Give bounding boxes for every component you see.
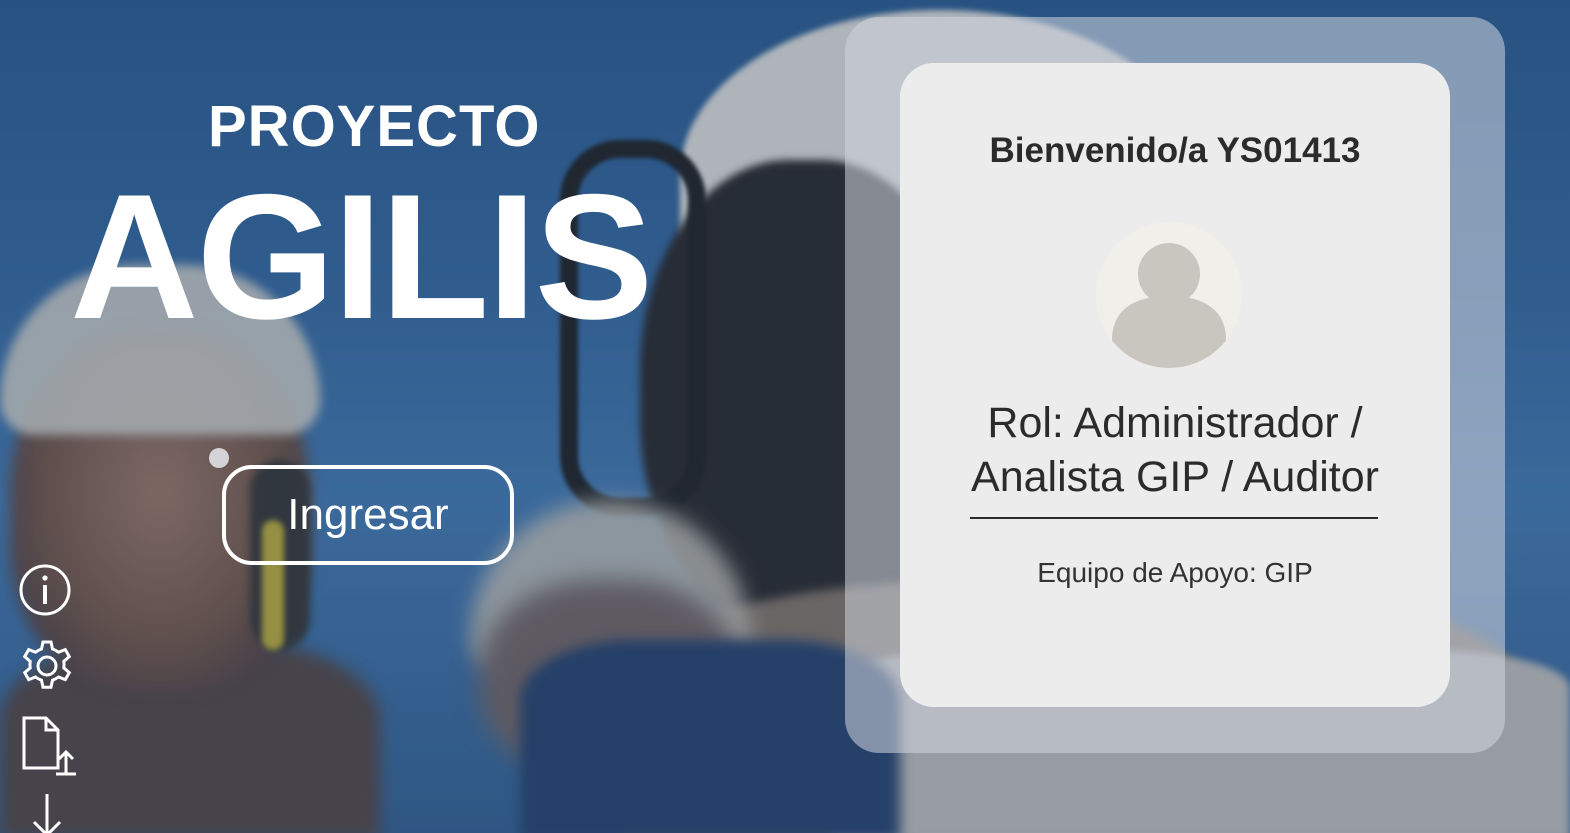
welcome-text: Bienvenido/a YS01413: [989, 131, 1361, 170]
file-upload-icon[interactable]: [16, 714, 78, 776]
brand-prefix: PROYECTO: [208, 94, 541, 159]
role-text: Rol: Administrador / Analista GIP / Audi…: [900, 396, 1450, 504]
role-line-1: Rol: Administrador /: [987, 399, 1363, 447]
user-avatar-icon: [1096, 222, 1242, 368]
download-icon[interactable]: [16, 790, 78, 833]
profile-card: Bienvenido/a YS01413 Rol: Administrador …: [900, 63, 1450, 707]
team-text: Equipo de Apoyo: GIP: [1037, 557, 1313, 588]
info-icon[interactable]: [16, 562, 78, 624]
side-tools: [16, 562, 80, 833]
brand-title: AGILIS: [70, 157, 653, 356]
decorative-dot: [209, 448, 229, 468]
role-line-2: Analista GIP / Auditor: [971, 453, 1379, 501]
role-divider: [970, 517, 1378, 519]
login-screen: PROYECTO AGILIS Ingresar Bienvenido/a YS…: [0, 0, 1570, 833]
enter-button[interactable]: Ingresar: [222, 465, 514, 565]
gear-icon[interactable]: [16, 638, 78, 700]
